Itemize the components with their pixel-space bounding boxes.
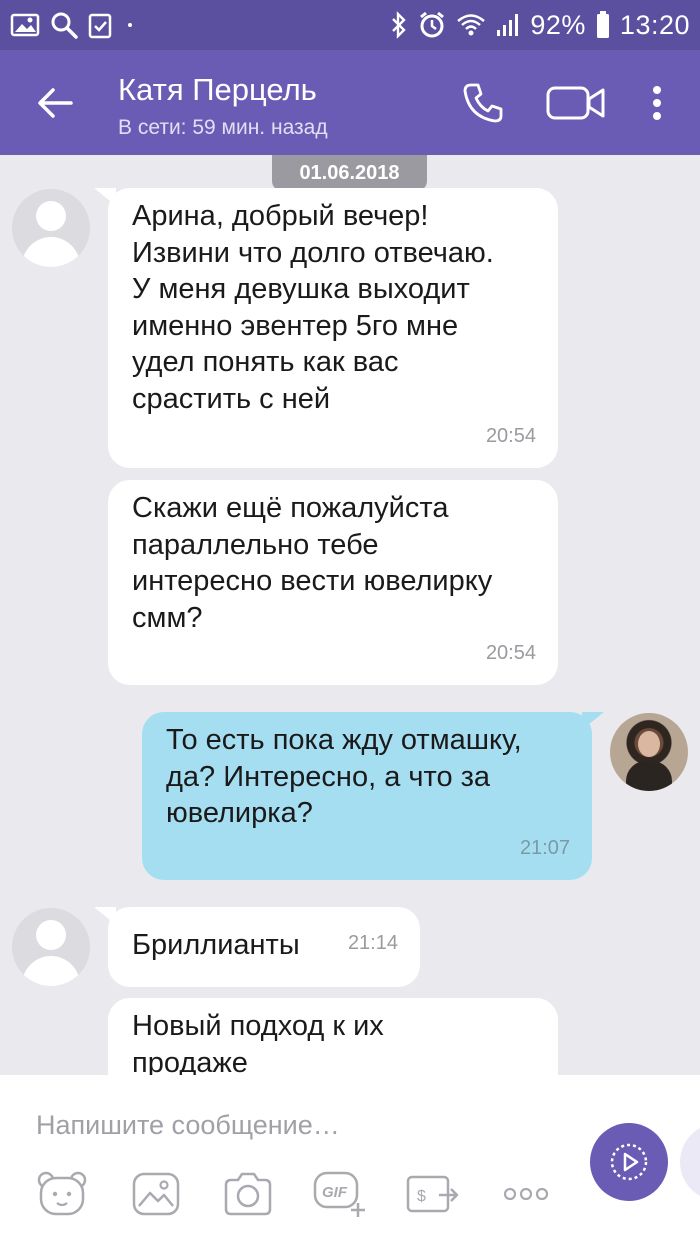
message-bubble-incoming[interactable]: Бриллианты 21:14: [108, 907, 420, 987]
signal-icon: [496, 12, 520, 38]
date-separator: 01.06.2018: [272, 155, 427, 191]
message-bubble-incoming[interactable]: Скажи ещё пожалуйста параллельно тебе ин…: [108, 480, 558, 685]
extra-action-button[interactable]: [680, 1123, 700, 1201]
message-text-line: срастить с ней: [132, 382, 331, 415]
clipboard-check-icon: [88, 11, 112, 39]
message-text-line: ювелирка?: [166, 797, 313, 829]
message-text-line: продаже: [132, 1046, 248, 1076]
alarm-icon: [418, 11, 446, 39]
message-bubble-outgoing[interactable]: То есть пока жду отмашку, да? Интересно,…: [142, 712, 592, 880]
gallery-icon: [132, 1172, 180, 1216]
message-time: 20:54: [485, 641, 536, 664]
message-bubble-incoming[interactable]: Новый подход к их продаже: [108, 998, 558, 1075]
send-button[interactable]: [590, 1123, 668, 1201]
phone-icon: [463, 83, 503, 123]
gallery-icon: [10, 12, 40, 38]
viber-chat-screen: 92% 13:20 Катя Перцель В сети: 59 мин. н…: [0, 0, 700, 1245]
notification-dot-icon: [128, 23, 132, 27]
more-horiz-icon: [503, 1187, 549, 1201]
back-button[interactable]: [30, 78, 80, 128]
send-play-icon: [610, 1143, 648, 1181]
message-text-line: смм?: [132, 601, 203, 634]
message-bubble-incoming[interactable]: Арина, добрый вечер! Извини что долго от…: [108, 188, 558, 468]
battery-percent: 92%: [530, 9, 586, 40]
message-text-line: интересно вести ювелирку: [132, 565, 493, 597]
message-time: 20:54: [485, 424, 536, 447]
my-avatar[interactable]: [610, 713, 688, 791]
message-composer: GIF $: [0, 1075, 700, 1245]
message-time: 21:14: [347, 931, 398, 954]
voice-call-button[interactable]: [458, 78, 508, 128]
message-time: 21:07: [519, 836, 570, 859]
message-text-line: удел понять как вас: [132, 346, 399, 378]
message-text-line: да? Интересно, а что за: [166, 760, 491, 793]
gif-icon: GIF: [313, 1171, 365, 1217]
message-text-line: Скажи ещё пожалуйста: [132, 492, 449, 524]
gallery-button[interactable]: [128, 1169, 184, 1219]
more-options-button[interactable]: [642, 78, 672, 128]
message-text-line: параллельно тебе: [132, 528, 379, 561]
gif-button[interactable]: GIF: [312, 1169, 368, 1219]
message-text-line: именно эвентер 5го мне: [132, 309, 459, 342]
message-text-line: То есть пока жду отмашку,: [166, 724, 522, 756]
money-send-button[interactable]: $: [405, 1169, 461, 1219]
contact-name[interactable]: Катя Перцель: [118, 72, 317, 108]
chat-header: Катя Перцель В сети: 59 мин. назад: [0, 50, 700, 155]
video-call-button[interactable]: [545, 78, 607, 128]
contact-avatar[interactable]: [12, 908, 90, 986]
sticker-button[interactable]: [34, 1169, 90, 1219]
video-camera-icon: [546, 86, 605, 120]
wifi-icon: [456, 12, 486, 38]
search-icon: [50, 11, 78, 39]
message-text-line: Извини что долго отвечаю.: [132, 236, 494, 269]
more-vert-icon: [653, 86, 661, 120]
message-input[interactable]: [36, 1103, 556, 1147]
message-text-line: У меня девушка выходит: [132, 273, 470, 305]
more-tools-button[interactable]: [498, 1169, 554, 1219]
wallet-send-icon: $: [406, 1175, 459, 1213]
message-text-line: Новый подход к их: [132, 1010, 384, 1042]
status-clock: 13:20: [619, 9, 690, 40]
message-list[interactable]: 01.06.2018 Арина, добрый вечер! Извини ч…: [0, 155, 700, 1075]
back-arrow-icon: [38, 88, 73, 118]
contact-online-status: В сети: 59 мин. назад: [118, 116, 328, 139]
contact-avatar[interactable]: [12, 189, 90, 267]
bubble-tail: [582, 712, 604, 730]
bluetooth-icon: [390, 11, 408, 39]
camera-icon: [224, 1172, 272, 1216]
battery-icon: [596, 11, 610, 39]
status-bar: 92% 13:20: [0, 0, 700, 50]
svg-text:$: $: [417, 1188, 426, 1205]
message-text-line: Арина, добрый вечер!: [132, 200, 429, 232]
sticker-bear-icon: [37, 1171, 87, 1216]
camera-button[interactable]: [220, 1169, 276, 1219]
svg-text:GIF: GIF: [322, 1184, 348, 1201]
